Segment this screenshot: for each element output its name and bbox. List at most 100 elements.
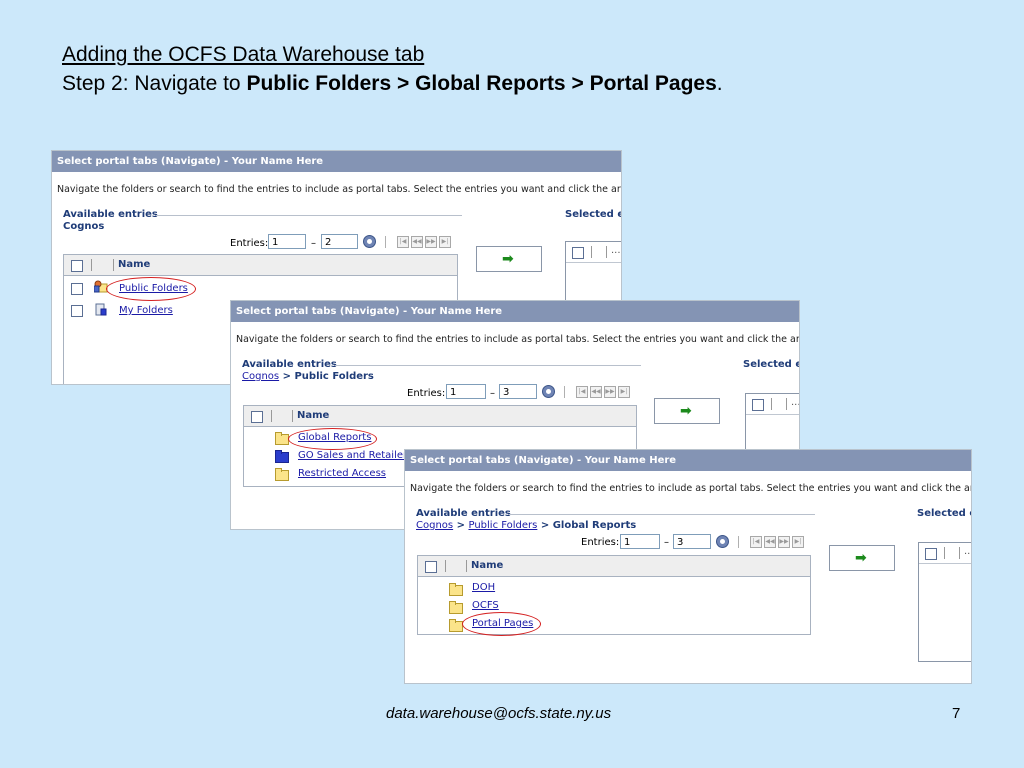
row-checkbox[interactable] <box>71 305 83 317</box>
add-entries-arrow-button[interactable]: ➡ <box>476 246 542 272</box>
entries-from-input[interactable]: 1 <box>620 534 660 549</box>
highlight-circle <box>106 277 196 301</box>
entry-link-restricted-access[interactable]: Restricted Access <box>298 468 386 479</box>
selected-column-header: ... <box>964 546 971 557</box>
selected-entries-label: Selected e <box>917 508 972 519</box>
dialog-title-bar: Select portal tabs (Navigate) - Your Nam… <box>405 450 971 471</box>
previous-page-icon[interactable]: ◀◀ <box>411 236 423 248</box>
slide-title-line1: Adding the OCFS Data Warehouse tab <box>62 43 425 66</box>
selected-column-header: ... <box>791 397 800 408</box>
screenshot-3: Select portal tabs (Navigate) - Your Nam… <box>404 449 972 684</box>
divider <box>786 398 787 410</box>
divider <box>156 215 462 216</box>
selected-entries-label: Selected er <box>565 209 621 220</box>
path-sep-2: > <box>565 72 590 95</box>
right-arrow-icon: ➡ <box>680 403 692 419</box>
entry-link-my-folders[interactable]: My Folders <box>119 305 173 316</box>
right-arrow-icon: ➡ <box>855 550 867 566</box>
entry-link-go-sales-and-retailers[interactable]: GO Sales and Retailers <box>298 450 412 461</box>
divider <box>606 246 607 258</box>
folder-icon <box>449 601 463 614</box>
table-header: Name <box>244 406 636 427</box>
folder-icon <box>275 468 289 481</box>
step-prefix: Step 2: Navigate to <box>62 72 247 95</box>
breadcrumb-link-cognos[interactable]: Cognos <box>242 371 279 382</box>
folder-icon <box>449 619 463 632</box>
breadcrumb: Cognos > Public Folders <box>242 371 374 382</box>
add-entries-arrow-button[interactable]: ➡ <box>829 545 895 571</box>
divider <box>944 547 945 559</box>
next-page-icon[interactable]: ▶▶ <box>425 236 437 248</box>
next-page-icon[interactable]: ▶▶ <box>778 536 790 548</box>
select-all-checkbox[interactable] <box>251 411 263 423</box>
entries-from-input[interactable]: 1 <box>446 384 486 399</box>
my-folders-icon <box>95 303 107 316</box>
range-dash: – <box>490 388 495 399</box>
first-page-icon[interactable]: |◀ <box>576 386 588 398</box>
previous-page-icon[interactable]: ◀◀ <box>764 536 776 548</box>
last-page-icon[interactable]: ▶| <box>618 386 630 398</box>
column-name-header[interactable]: Name <box>297 410 329 421</box>
footer-email: data.warehouse@ocfs.state.ny.us <box>386 705 612 722</box>
column-name-header[interactable]: Name <box>471 560 503 571</box>
row-checkbox[interactable] <box>71 283 83 295</box>
breadcrumb-separator: > <box>453 520 469 531</box>
divider <box>466 560 467 572</box>
go-button[interactable] <box>363 235 376 248</box>
available-entries-label: Available entries <box>416 508 511 519</box>
select-all-checkbox[interactable] <box>425 561 437 573</box>
range-dash: – <box>311 238 316 249</box>
go-button[interactable] <box>716 535 729 548</box>
breadcrumb-current: Public Folders <box>294 371 374 382</box>
entries-to-input[interactable]: 2 <box>321 234 358 249</box>
column-name-header[interactable]: Name <box>118 259 150 270</box>
breadcrumb-link-cognos[interactable]: Cognos <box>416 520 453 531</box>
divider <box>113 259 114 271</box>
instructions-text: Navigate the folders or search to find t… <box>57 184 622 195</box>
select-all-checkbox[interactable] <box>71 260 83 272</box>
select-all-checkbox[interactable] <box>925 548 937 560</box>
previous-page-icon[interactable]: ◀◀ <box>590 386 602 398</box>
selected-column-header: ... <box>611 245 621 256</box>
available-entries-label: Available entries <box>63 209 158 220</box>
selected-table-header: ... <box>919 543 971 564</box>
entry-link-ocfs[interactable]: OCFS <box>472 600 499 611</box>
selected-table-header: ... <box>746 394 800 415</box>
entries-from-input[interactable]: 1 <box>268 234 306 249</box>
page-number: 7 <box>952 705 961 722</box>
last-page-icon[interactable]: ▶| <box>792 536 804 548</box>
add-entries-arrow-button[interactable]: ➡ <box>654 398 720 424</box>
select-all-checkbox[interactable] <box>752 399 764 411</box>
divider <box>271 410 272 422</box>
right-arrow-icon: ➡ <box>502 251 514 267</box>
first-page-icon[interactable]: |◀ <box>750 536 762 548</box>
select-all-checkbox[interactable] <box>572 247 584 259</box>
path-global-reports: Global Reports <box>415 72 566 95</box>
package-icon <box>275 450 289 463</box>
last-page-icon[interactable]: ▶| <box>439 236 451 248</box>
first-page-icon[interactable]: |◀ <box>397 236 409 248</box>
slide-title: Adding the OCFS Data Warehouse tab Step … <box>62 40 723 98</box>
entry-link-doh[interactable]: DOH <box>472 582 495 593</box>
entries-to-input[interactable]: 3 <box>499 384 537 399</box>
selected-entries-box: ... <box>918 542 971 662</box>
divider <box>385 236 386 248</box>
divider <box>292 410 293 422</box>
available-entries-label: Available entries <box>242 359 337 370</box>
breadcrumb-separator: > <box>537 520 553 531</box>
go-button[interactable] <box>542 385 555 398</box>
selected-table-header: ... <box>566 242 621 263</box>
path-portal-pages: Portal Pages <box>589 72 717 95</box>
instructions-text: Navigate the folders or search to find t… <box>410 483 972 494</box>
selected-entries-label: Selected e <box>743 359 800 370</box>
folder-icon <box>449 583 463 596</box>
entries-to-input[interactable]: 3 <box>673 534 711 549</box>
breadcrumb-link-public-folders[interactable]: Public Folders <box>468 520 537 531</box>
next-page-icon[interactable]: ▶▶ <box>604 386 616 398</box>
breadcrumb-current: Global Reports <box>552 520 637 531</box>
breadcrumb: Cognos > Public Folders > Global Reports <box>416 520 636 531</box>
divider <box>591 246 592 258</box>
highlight-circle <box>462 612 541 636</box>
entries-label: Entries: <box>230 238 269 249</box>
divider <box>959 547 960 559</box>
